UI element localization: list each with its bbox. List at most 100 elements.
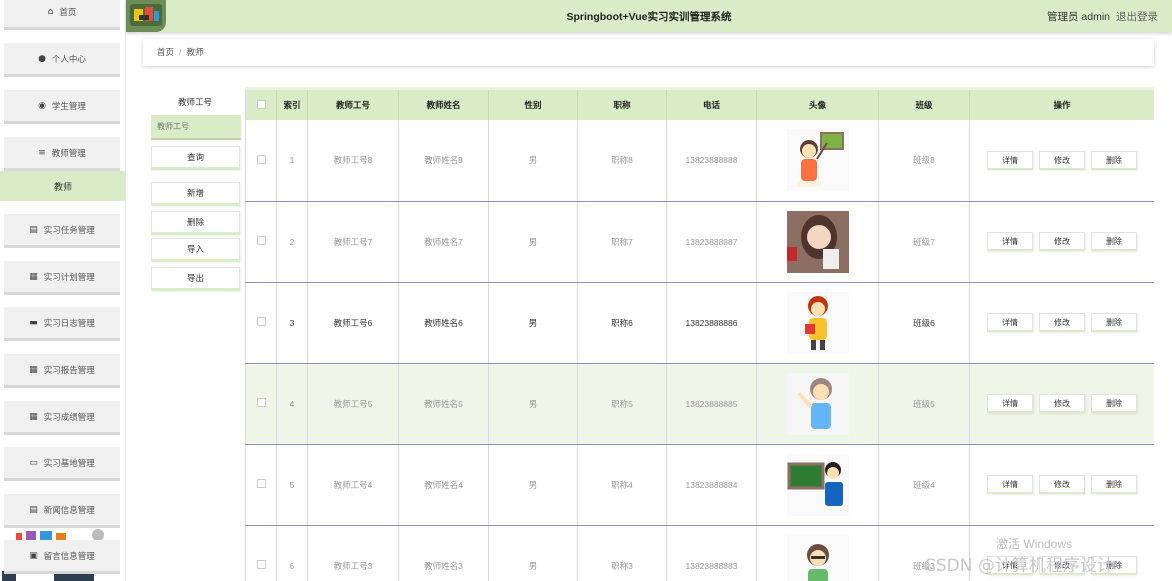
sidebar-item-reports[interactable]: ▦ 实习报告管理 xyxy=(4,354,120,388)
cell-teacher-id: 教师工号6 xyxy=(307,282,399,364)
monitor-icon: ▭ xyxy=(29,457,38,468)
row-checkbox[interactable] xyxy=(256,398,266,407)
cell-title: 职称3 xyxy=(577,525,667,581)
detail-button[interactable]: 详情 xyxy=(987,313,1033,332)
sidebar-item-label: 教师管理 xyxy=(51,147,86,158)
cell-phone: 13823888883 xyxy=(666,525,757,581)
table-row: 1 教师工号8 教师姓名8 男 职称8 13823888888 班级8 详情 修改… xyxy=(245,120,1154,202)
cell-class: 班级7 xyxy=(878,201,970,283)
add-button[interactable]: 新增 xyxy=(151,182,240,206)
teacher-with-book-icon xyxy=(786,291,849,354)
sidebar-subitem-teacher[interactable]: 教师 xyxy=(0,171,125,201)
row-checkbox[interactable] xyxy=(256,317,266,326)
table-header-row: 索引 教师工号 教师姓名 性别 职称 电话 头像 班级 操作 xyxy=(245,90,1154,120)
cell-title: 职称7 xyxy=(577,201,667,283)
delete-row-button[interactable]: 删除 xyxy=(1091,232,1137,251)
delete-button[interactable]: 删除 xyxy=(151,211,240,235)
query-button[interactable]: 查询 xyxy=(151,146,240,170)
row-checkbox[interactable] xyxy=(256,479,266,488)
breadcrumb-current: 教师 xyxy=(186,47,204,57)
sidebar-item-bases[interactable]: ▭ 实习基地管理 xyxy=(4,447,120,481)
search-input[interactable] xyxy=(151,115,241,140)
table-row: 4 教师工号5 教师姓名5 男 职称5 13823888885 班级5 详情 修改… xyxy=(245,363,1154,445)
grid-icon: ▦ xyxy=(29,364,38,375)
delete-row-button[interactable]: 删除 xyxy=(1091,313,1137,332)
delete-row-button[interactable]: 删除 xyxy=(1091,475,1137,494)
cell-teacher-name: 教师姓名3 xyxy=(398,525,489,581)
breadcrumb: 首页 / 教师 xyxy=(143,39,1154,66)
cell-teacher-name: 教师姓名5 xyxy=(398,363,489,445)
column-header: 职称 xyxy=(577,90,667,120)
column-header: 教师姓名 xyxy=(398,90,489,120)
column-header: 电话 xyxy=(666,90,757,120)
import-button[interactable]: 导入 xyxy=(151,238,240,262)
cell-phone: 13823888887 xyxy=(666,201,757,283)
cell-teacher-name: 教师姓名4 xyxy=(398,444,489,526)
home-icon: ⌂ xyxy=(47,6,54,17)
news-icon: ▤ xyxy=(29,504,38,515)
edit-button[interactable]: 修改 xyxy=(1039,150,1085,170)
detail-button[interactable]: 详情 xyxy=(987,475,1033,494)
list-icon: ≡ xyxy=(38,147,46,158)
select-all-header[interactable] xyxy=(245,90,277,120)
row-checkbox[interactable] xyxy=(256,236,266,245)
logout-link[interactable]: 退出登录 xyxy=(1116,9,1158,24)
sidebar-item-students[interactable]: ◉ 学生管理 xyxy=(4,90,120,124)
sidebar-item-grades[interactable]: ▦ 实习成绩管理 xyxy=(4,401,120,435)
edit-button[interactable]: 修改 xyxy=(1039,475,1085,494)
sidebar-item-logs[interactable]: ▬ 实习日志管理 xyxy=(4,307,120,341)
cell-teacher-name: 教师姓名8 xyxy=(398,120,489,202)
breadcrumb-home[interactable]: 首页 xyxy=(157,47,174,57)
teacher-chalkboard-icon xyxy=(786,453,849,516)
csdn-watermark: CSDN @计算机程序设计 xyxy=(924,556,1114,576)
edit-button[interactable]: 修改 xyxy=(1039,394,1085,413)
sidebar-item-label: 新闻信息管理 xyxy=(43,504,95,515)
sidebar-item-tasks[interactable]: ▤ 实习任务管理 xyxy=(4,214,120,248)
sidebar-item-teachers[interactable]: ≡ 教师管理 xyxy=(4,137,120,171)
sidebar-item-label: 留言信息管理 xyxy=(43,550,95,561)
cell-teacher-id: 教师工号8 xyxy=(307,120,399,202)
sidebar-item-news[interactable]: ▤ 新闻信息管理 xyxy=(4,494,120,528)
detail-button[interactable]: 详情 xyxy=(987,232,1033,251)
column-header: 性别 xyxy=(488,90,578,120)
cell-index: 3 xyxy=(276,282,308,364)
current-user: 管理员 admin xyxy=(1046,11,1110,23)
edit-button[interactable]: 修改 xyxy=(1039,313,1085,332)
sidebar-item-label: 个人中心 xyxy=(51,53,86,64)
export-button[interactable]: 导出 xyxy=(151,267,240,291)
detail-button[interactable]: 详情 xyxy=(987,150,1033,170)
teacher-table: 索引 教师工号 教师姓名 性别 职称 电话 头像 班级 操作 1 教师工号8 教… xyxy=(245,87,1154,581)
top-header: Springboot+Vue实习实训管理系统 管理员 admin 退出登录 xyxy=(126,0,1172,32)
cell-title: 职称4 xyxy=(577,444,667,526)
sidebar-item-home[interactable]: ⌂ 首页 xyxy=(4,0,120,30)
edit-button[interactable]: 修改 xyxy=(1039,232,1085,251)
cell-index: 4 xyxy=(276,363,308,445)
windows-activation-watermark: 激活 Windows xyxy=(996,537,1073,551)
cell-class: 班级4 xyxy=(878,444,970,526)
log-icon: ▬ xyxy=(29,317,38,328)
teacher-pointing-board-icon xyxy=(786,129,849,192)
row-checkbox[interactable] xyxy=(256,154,266,164)
column-header: 索引 xyxy=(276,90,308,120)
row-checkbox[interactable] xyxy=(256,560,266,569)
table-row: 2 教师工号7 教师姓名7 男 职称7 13823888887 班级7 详情 修改… xyxy=(245,201,1154,283)
sidebar-item-messages[interactable]: ▣ 留言信息管理 xyxy=(4,540,120,574)
delete-row-button[interactable]: 删除 xyxy=(1091,394,1137,413)
sidebar-item-label: 实习成绩管理 xyxy=(43,411,95,422)
teacher-glasses-icon xyxy=(786,534,849,581)
cell-phone: 13823888885 xyxy=(666,363,757,445)
cell-gender: 男 xyxy=(488,282,578,364)
sidebar-item-profile[interactable]: ● 个人中心 xyxy=(4,43,120,77)
cell-class: 班级5 xyxy=(878,363,970,445)
user-icon: ● xyxy=(38,53,46,64)
cell-title: 职称8 xyxy=(577,120,667,202)
sidebar-item-label: 学生管理 xyxy=(51,100,86,111)
delete-row-button[interactable]: 删除 xyxy=(1091,150,1137,170)
detail-button[interactable]: 详情 xyxy=(987,394,1033,413)
cell-teacher-name: 教师姓名6 xyxy=(398,282,489,364)
sidebar: ⌂ 首页 ● 个人中心 ◉ 学生管理 ≡ 教师管理 教师 ▤ 实习任务管理 ▦ … xyxy=(0,0,126,581)
select-all-checkbox[interactable] xyxy=(256,99,266,109)
cell-class: 班级8 xyxy=(878,120,970,202)
cell-gender: 男 xyxy=(488,201,578,283)
sidebar-item-plans[interactable]: ▦ 实习计划管理 xyxy=(4,261,120,295)
